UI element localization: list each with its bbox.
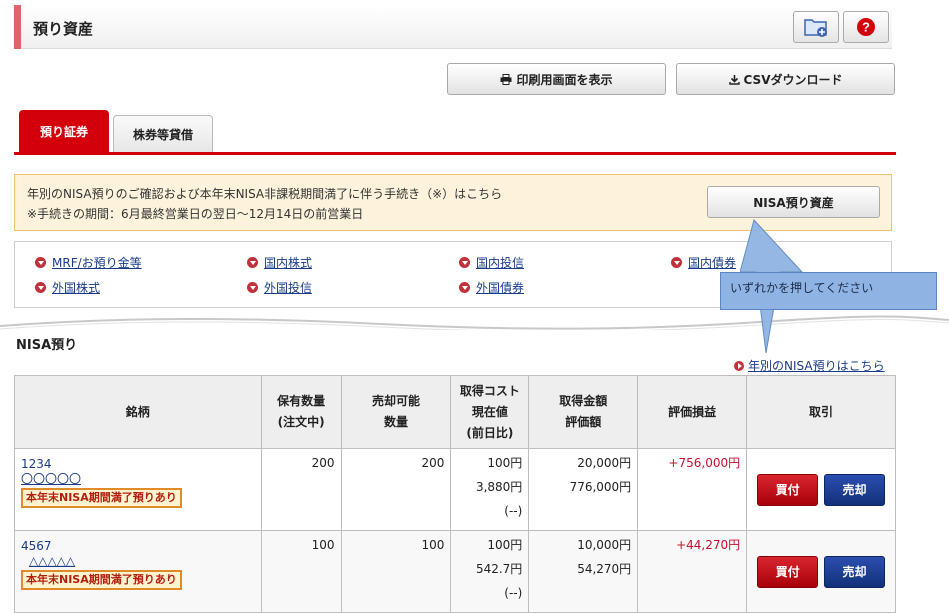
svg-text:?: ? — [862, 20, 870, 35]
header-quantity: 保有数量 (注文中) — [260, 375, 342, 449]
help-button[interactable]: ? — [843, 11, 889, 43]
nisa-holdings-table: 銘柄 保有数量 (注文中) 売却可能 数量 取得コスト 現在値 (前日比) 取得… — [14, 375, 896, 613]
csv-download-button[interactable]: CSVダウンロード — [676, 63, 895, 95]
chevron-down-icon — [671, 257, 682, 268]
cell-profit-loss: +44,270円 — [637, 530, 748, 613]
yearly-nisa-link[interactable]: 年別のNISA預りはこちら — [734, 357, 885, 374]
sell-button[interactable]: 売却 — [823, 555, 885, 588]
print-view-button[interactable]: 印刷用画面を表示 — [447, 63, 666, 95]
header-profit-loss: 評価損益 — [637, 375, 748, 449]
cell-trade: 買付 売却 — [746, 448, 896, 531]
chevron-down-icon — [247, 282, 258, 293]
link-foreign-funds[interactable]: 外国投信 — [247, 279, 312, 296]
printer-icon — [500, 73, 512, 85]
cell-trade: 買付 売却 — [746, 530, 896, 613]
security-code-link[interactable]: 4567 — [21, 538, 255, 554]
notice-line-1: 年別のNISA預りのご確認および本年末NISA非課税期間満了に伴う手続き（※）は… — [27, 187, 503, 201]
section-title: NISA預り — [16, 338, 78, 353]
cell-quantity: 100 — [260, 530, 342, 613]
security-name-link[interactable]: △△△△△ — [21, 554, 255, 568]
chevron-down-icon — [247, 257, 258, 268]
tab-securities[interactable]: 預り証券 — [19, 110, 109, 153]
header-name: 銘柄 — [14, 375, 262, 449]
nisa-expiry-badge: 本年末NISA期間満了預りあり — [21, 570, 182, 590]
link-foreign-stocks[interactable]: 外国株式 — [35, 279, 100, 296]
security-name-link[interactable]: 〇〇〇〇〇 — [21, 472, 255, 486]
link-domestic-bonds[interactable]: 国内債券 — [671, 254, 736, 271]
tab-underline — [14, 152, 896, 155]
link-domestic-stocks[interactable]: 国内株式 — [247, 254, 312, 271]
nisa-expiry-badge: 本年末NISA期間満了預りあり — [21, 488, 182, 508]
header-amount: 取得金額 評価額 — [528, 375, 639, 449]
cell-security: 1234 〇〇〇〇〇 本年末NISA期間満了預りあり — [14, 448, 262, 531]
buy-button[interactable]: 買付 — [757, 555, 819, 588]
header-trade: 取引 — [746, 375, 896, 449]
chevron-down-icon — [459, 257, 470, 268]
link-foreign-bonds[interactable]: 外国債券 — [459, 279, 524, 296]
table-row: 4567 △△△△△ 本年末NISA期間満了預りあり 100 100 100円 … — [14, 530, 896, 613]
chevron-down-icon — [35, 257, 46, 268]
cell-amounts: 10,000円 54,270円 — [528, 530, 639, 613]
folder-add-button[interactable] — [793, 11, 839, 43]
table-row: 1234 〇〇〇〇〇 本年末NISA期間満了預りあり 200 200 100円 … — [14, 448, 896, 531]
csv-download-label: CSVダウンロード — [743, 72, 843, 87]
link-domestic-funds[interactable]: 国内投信 — [459, 254, 524, 271]
download-icon — [728, 74, 740, 85]
cell-quantity: 200 — [260, 448, 342, 531]
notice-line-2: ※手続きの期間：6月最終営業日の翌日～12月14日の前営業日 — [27, 207, 364, 221]
cell-sellable: 200 — [340, 448, 452, 531]
sell-button[interactable]: 売却 — [823, 473, 885, 506]
help-icon: ? — [857, 18, 875, 36]
header-sellable: 売却可能 数量 — [340, 375, 452, 449]
print-view-label: 印刷用画面を表示 — [516, 72, 613, 87]
header-accent-bar — [14, 5, 21, 49]
security-code-link[interactable]: 1234 — [21, 456, 255, 472]
cell-sellable: 100 — [340, 530, 452, 613]
cell-amounts: 20,000円 776,000円 — [528, 448, 639, 531]
chevron-down-icon — [459, 282, 470, 293]
cell-cost-price: 100円 3,880円 (--) — [450, 448, 530, 531]
table-header-row: 銘柄 保有数量 (注文中) 売却可能 数量 取得コスト 現在値 (前日比) 取得… — [14, 375, 896, 449]
chevron-down-icon — [35, 282, 46, 293]
page-title: 預り資産 — [33, 20, 94, 38]
buy-button[interactable]: 買付 — [757, 473, 819, 506]
nisa-assets-button[interactable]: NISA預り資産 — [707, 186, 880, 218]
cell-profit-loss: +756,000円 — [637, 448, 748, 531]
cell-security: 4567 △△△△△ 本年末NISA期間満了預りあり — [14, 530, 262, 613]
header-cost: 取得コスト 現在値 (前日比) — [450, 375, 530, 449]
folder-add-icon — [804, 19, 827, 37]
chevron-right-icon — [734, 360, 744, 371]
tab-stock-lending[interactable]: 株券等貸借 — [113, 115, 213, 153]
instruction-tooltip: いずれかを押してください — [720, 272, 937, 310]
page-header: 預り資産 ? — [14, 5, 892, 49]
cell-cost-price: 100円 542.7円 (--) — [450, 530, 530, 613]
link-mrf-deposits[interactable]: MRF/お預り金等 — [35, 254, 142, 271]
